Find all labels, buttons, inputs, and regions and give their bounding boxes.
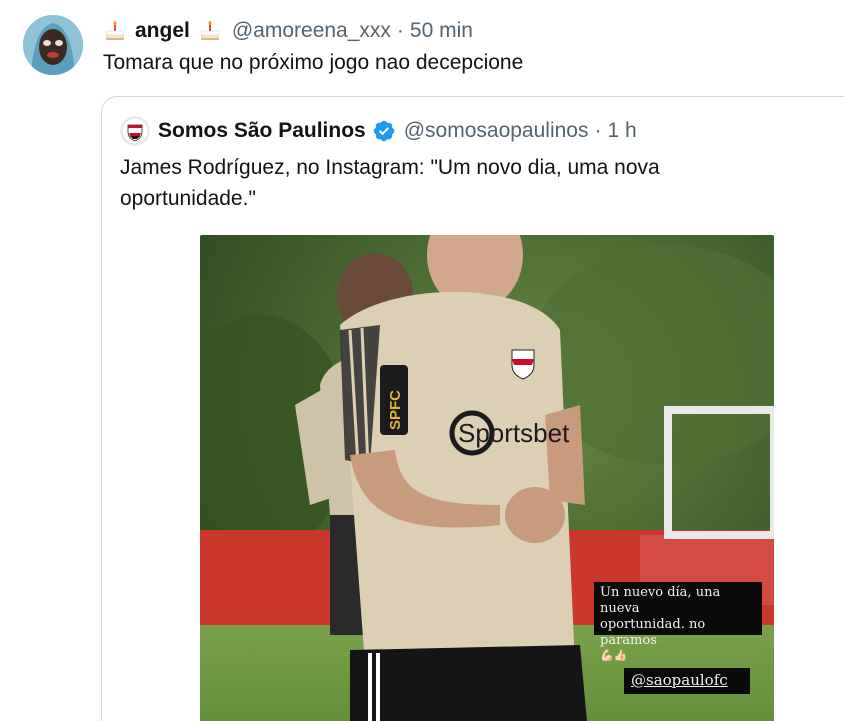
timestamp[interactable]: 50 min <box>410 19 473 43</box>
quoted-tweet-header: Somos São Paulinos @somosaopaulinos · 1 … <box>120 116 637 146</box>
display-name[interactable]: angel <box>135 19 190 43</box>
sleeve-logo-text: SPFC <box>387 390 404 430</box>
quoted-display-name[interactable]: Somos São Paulinos <box>158 119 366 143</box>
quoted-tweet-text: James Rodríguez, no Instagram: "Um novo … <box>120 156 660 210</box>
quoted-avatar[interactable] <box>120 116 150 146</box>
verified-badge-icon <box>373 120 394 142</box>
separator-dot: · <box>594 119 602 142</box>
story-caption: Un nuevo día, una nueva oportunidad. no … <box>594 582 762 662</box>
user-handle[interactable]: @amoreena_xxx <box>232 19 391 43</box>
cake-icon <box>200 21 220 40</box>
quoted-handle[interactable]: @somosaopaulinos <box>404 119 589 143</box>
quoted-timestamp[interactable]: 1 h <box>607 119 636 143</box>
user-avatar[interactable] <box>23 15 83 75</box>
tweet-text: Tomara que no próximo jogo nao decepcion… <box>103 51 524 74</box>
cake-icon <box>105 21 125 40</box>
separator-dot: · <box>396 19 404 42</box>
shirt-sponsor-text: Sportsbet <box>458 418 570 448</box>
caption-line-1: Un nuevo día, una nueva <box>600 585 721 616</box>
tweet-header: angel @amoreena_xxx · 50 min <box>103 16 473 46</box>
caption-emoji: 💪🏻👍🏻 <box>600 649 628 662</box>
story-mention-tag: @saopaulofc <box>624 668 750 694</box>
quoted-tweet-card[interactable]: Somos São Paulinos @somosaopaulinos · 1 … <box>101 96 844 721</box>
caption-line-2: oportunidad. no paramos <box>600 617 706 648</box>
tweet-media-image[interactable]: Sportsbet SPFC Un nuevo día, una nueva o… <box>200 235 774 721</box>
